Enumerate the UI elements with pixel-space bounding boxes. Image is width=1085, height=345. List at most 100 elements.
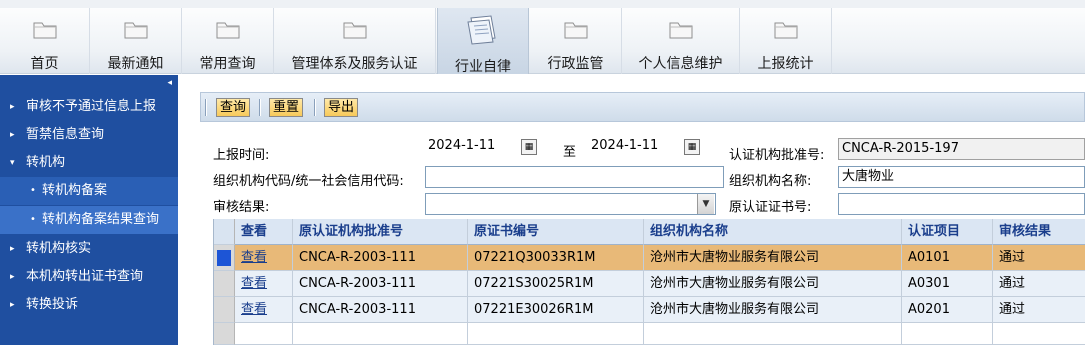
nav-administrative-supervision[interactable]: 行政监管 bbox=[530, 8, 622, 74]
audit-result-select[interactable] bbox=[425, 193, 716, 215]
sidebar-item-label: 转机构核实 bbox=[26, 241, 92, 256]
sidebar-subitem-label: 转机构备案 bbox=[42, 183, 108, 198]
sidebar-item-transfer-institution[interactable]: ▾ 转机构 bbox=[0, 149, 178, 177]
chevron-right-icon: ▸ bbox=[10, 130, 15, 140]
org-code-label: 组织机构代码/统一社会信用代码: bbox=[213, 174, 404, 189]
bullet-icon: • bbox=[30, 185, 36, 196]
cell-cert-item: A0201 bbox=[902, 297, 993, 323]
collapse-sidebar-icon[interactable]: ◂ bbox=[167, 78, 172, 88]
orig-cert-no-label: 原认证证书号: bbox=[729, 200, 812, 215]
cell-cert-item: A0301 bbox=[902, 271, 993, 297]
top-strip bbox=[0, 0, 1085, 8]
empty-cell bbox=[468, 323, 644, 345]
sidebar-item-label: 审核不予通过信息上报 bbox=[26, 99, 157, 114]
table-row-empty bbox=[214, 323, 1085, 345]
empty-cell bbox=[644, 323, 902, 345]
row-indicator bbox=[214, 323, 235, 345]
export-button[interactable]: 导出 bbox=[324, 98, 359, 117]
sidebar-item-label: 本机构转出证书查询 bbox=[26, 269, 144, 284]
folder-icon bbox=[774, 22, 797, 39]
col-header-org-name: 组织机构名称 bbox=[644, 219, 902, 245]
toolbar-separator bbox=[314, 99, 316, 116]
main-content: 查询 重置 导出 上报时间: 2024-1-11 ▦ 至 2024-1-11 ▦… bbox=[200, 92, 1085, 345]
org-name-input[interactable]: 大唐物业 bbox=[838, 166, 1085, 188]
nav-industry-self-discipline[interactable]: 行业自律 bbox=[437, 8, 529, 75]
row-indicator[interactable] bbox=[214, 297, 235, 323]
col-header-cert-item: 认证项目 bbox=[902, 219, 993, 245]
row-indicator[interactable] bbox=[214, 271, 235, 297]
folder-icon bbox=[669, 22, 692, 39]
to-label: 至 bbox=[563, 145, 577, 160]
sidebar-item-transferred-cert-query[interactable]: ▸ 本机构转出证书查询 bbox=[0, 263, 178, 291]
toolbar-separator bbox=[259, 99, 261, 116]
folder-icon bbox=[33, 22, 56, 39]
nav-latest-notice-label: 最新通知 bbox=[107, 56, 164, 72]
chevron-right-icon: ▸ bbox=[10, 244, 15, 254]
sidebar-item-label: 暂禁信息查询 bbox=[26, 127, 105, 142]
approval-no-label: 认证机构批准号: bbox=[729, 148, 825, 163]
nav-management-system[interactable]: 管理体系及服务认证 bbox=[274, 8, 436, 74]
chevron-down-icon[interactable]: ▼ bbox=[697, 194, 714, 214]
view-link-text[interactable]: 查看 bbox=[241, 250, 267, 265]
reset-button[interactable]: 重置 bbox=[269, 98, 304, 117]
cell-audit-result: 通过 bbox=[993, 245, 1085, 271]
cell-org-name: 沧州市大唐物业服务有限公司 bbox=[644, 245, 902, 271]
sidebar-item-transfer-complaint[interactable]: ▸ 转换投诉 bbox=[0, 291, 178, 319]
row-indicator[interactable] bbox=[214, 245, 235, 271]
view-link[interactable]: 查看 bbox=[235, 245, 293, 271]
toolbar-separator bbox=[205, 99, 207, 116]
empty-cell bbox=[993, 323, 1085, 345]
nav-common-query-label: 常用查询 bbox=[199, 56, 256, 72]
sidebar-item-label: 转机构 bbox=[26, 155, 66, 170]
table-header-row: 查看 原认证机构批准号 原证书编号 组织机构名称 认证项目 审核结果 bbox=[214, 219, 1085, 245]
nav-personal-info-label: 个人信息维护 bbox=[638, 56, 723, 72]
table-row[interactable]: 查看 CNCA-R-2003-111 07221S30025R1M 沧州市大唐物… bbox=[214, 271, 1085, 297]
calendar-icon[interactable]: ▦ bbox=[684, 139, 700, 155]
results-table: 查看 原认证机构批准号 原证书编号 组织机构名称 认证项目 审核结果 查看 CN… bbox=[213, 219, 1085, 345]
sidebar: ◂ ▸ 审核不予通过信息上报 ▸ 暂禁信息查询 ▾ 转机构 • 转机构备案 • … bbox=[0, 75, 178, 345]
cell-approval-no: CNCA-R-2003-111 bbox=[293, 271, 468, 297]
approval-no-field: CNCA-R-2015-197 bbox=[838, 138, 1085, 160]
sidebar-item-suspension-query[interactable]: ▸ 暂禁信息查询 bbox=[0, 121, 178, 149]
calendar-icon[interactable]: ▦ bbox=[521, 139, 537, 155]
view-link[interactable]: 查看 bbox=[235, 297, 293, 323]
sidebar-subitem-transfer-filing[interactable]: • 转机构备案 bbox=[0, 177, 178, 205]
row-selected-marker bbox=[217, 250, 231, 266]
col-header-audit-result: 审核结果 bbox=[993, 219, 1085, 245]
nav-home[interactable]: 首页 bbox=[0, 8, 90, 74]
cell-approval-no: CNCA-R-2003-111 bbox=[293, 245, 468, 271]
toolbar: 查询 重置 导出 bbox=[200, 92, 1085, 122]
empty-cell bbox=[235, 323, 293, 345]
folder-icon bbox=[124, 22, 147, 39]
sidebar-subitem-label: 转机构备案结果查询 bbox=[42, 212, 160, 227]
chevron-right-icon: ▸ bbox=[10, 300, 15, 310]
empty-cell bbox=[902, 323, 993, 345]
sidebar-item-transfer-verify[interactable]: ▸ 转机构核实 bbox=[0, 235, 178, 263]
orig-cert-no-input[interactable] bbox=[838, 193, 1085, 215]
view-link-text[interactable]: 查看 bbox=[241, 302, 267, 317]
nav-industry-self-discipline-label: 行业自律 bbox=[455, 59, 511, 75]
view-link-text[interactable]: 查看 bbox=[241, 276, 267, 291]
folder-icon bbox=[564, 22, 587, 39]
row-indicator-header bbox=[214, 219, 235, 245]
view-link[interactable]: 查看 bbox=[235, 271, 293, 297]
cell-org-name: 沧州市大唐物业服务有限公司 bbox=[644, 297, 902, 323]
query-button[interactable]: 查询 bbox=[216, 98, 251, 117]
nav-personal-info[interactable]: 个人信息维护 bbox=[622, 8, 740, 74]
col-header-approval-no: 原认证机构批准号 bbox=[293, 219, 468, 245]
nav-report-statistics[interactable]: 上报统计 bbox=[740, 8, 832, 74]
col-header-cert-no: 原证书编号 bbox=[468, 219, 644, 245]
nav-common-query[interactable]: 常用查询 bbox=[182, 8, 274, 74]
org-code-input[interactable] bbox=[425, 166, 724, 188]
folder-icon bbox=[216, 22, 239, 39]
table-row[interactable]: 查看 CNCA-R-2003-111 07221Q30033R1M 沧州市大唐物… bbox=[214, 245, 1085, 271]
folder-icon bbox=[343, 22, 366, 39]
chevron-down-icon: ▾ bbox=[10, 158, 15, 168]
sidebar-subitem-transfer-filing-result[interactable]: • 转机构备案结果查询 bbox=[0, 206, 178, 234]
nav-report-statistics-label: 上报统计 bbox=[757, 56, 814, 72]
table-row[interactable]: 查看 CNCA-R-2003-111 07221E30026R1M 沧州市大唐物… bbox=[214, 297, 1085, 323]
cell-cert-no: 07221E30026R1M bbox=[468, 297, 644, 323]
report-time-label: 上报时间: bbox=[213, 148, 270, 163]
nav-latest-notice[interactable]: 最新通知 bbox=[90, 8, 182, 74]
sidebar-item-audit-reject-report[interactable]: ▸ 审核不予通过信息上报 bbox=[0, 93, 178, 121]
